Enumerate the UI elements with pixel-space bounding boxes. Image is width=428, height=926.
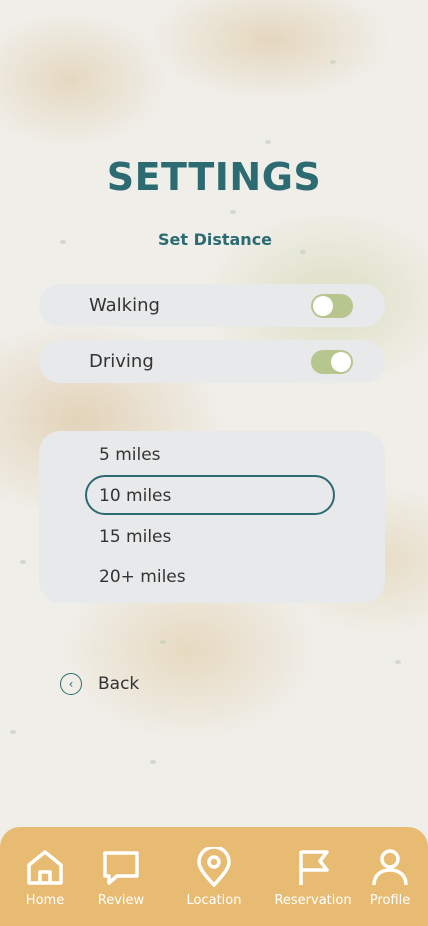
driving-label: Driving bbox=[89, 351, 154, 372]
section-subtitle: Set Distance bbox=[157, 230, 273, 249]
driving-toggle-row[interactable]: Driving bbox=[39, 340, 385, 383]
walking-switch[interactable] bbox=[311, 294, 353, 318]
back-button[interactable]: ‹ Back bbox=[60, 671, 139, 697]
flag-icon bbox=[299, 850, 329, 885]
back-label: Back bbox=[98, 674, 140, 694]
tab-reservation[interactable]: Reservation bbox=[270, 847, 356, 908]
driving-switch[interactable] bbox=[311, 350, 353, 374]
distance-option-10[interactable]: 10 miles bbox=[99, 486, 171, 506]
walking-label: Walking bbox=[89, 295, 160, 316]
distance-options-list: 5 miles 10 miles 15 miles 20+ miles bbox=[39, 431, 385, 603]
tab-review-label: Review bbox=[97, 893, 145, 908]
map-pin-icon bbox=[197, 847, 231, 887]
tab-location[interactable]: Location bbox=[182, 847, 246, 908]
page-title: SETTINGS bbox=[106, 155, 322, 199]
home-icon bbox=[27, 850, 63, 885]
tab-profile[interactable]: Profile bbox=[366, 847, 414, 908]
distance-option-20-plus[interactable]: 20+ miles bbox=[99, 567, 186, 587]
tab-profile-label: Profile bbox=[369, 893, 411, 908]
user-icon bbox=[372, 849, 408, 886]
tab-home[interactable]: Home bbox=[22, 847, 68, 908]
tab-review[interactable]: Review bbox=[94, 847, 148, 908]
bottom-tab-bar: Home Review Location Reservation Profile bbox=[0, 827, 428, 926]
chevron-left-icon: ‹ bbox=[60, 673, 82, 695]
tab-location-label: Location bbox=[186, 893, 242, 908]
walking-toggle-row[interactable]: Walking bbox=[39, 284, 385, 327]
distance-option-15[interactable]: 15 miles bbox=[99, 527, 171, 547]
switch-knob bbox=[331, 352, 351, 372]
switch-knob bbox=[313, 296, 333, 316]
tab-reservation-label: Reservation bbox=[274, 893, 352, 908]
distance-option-5[interactable]: 5 miles bbox=[99, 445, 161, 465]
tab-home-label: Home bbox=[25, 893, 65, 908]
speech-bubble-icon bbox=[103, 851, 139, 885]
